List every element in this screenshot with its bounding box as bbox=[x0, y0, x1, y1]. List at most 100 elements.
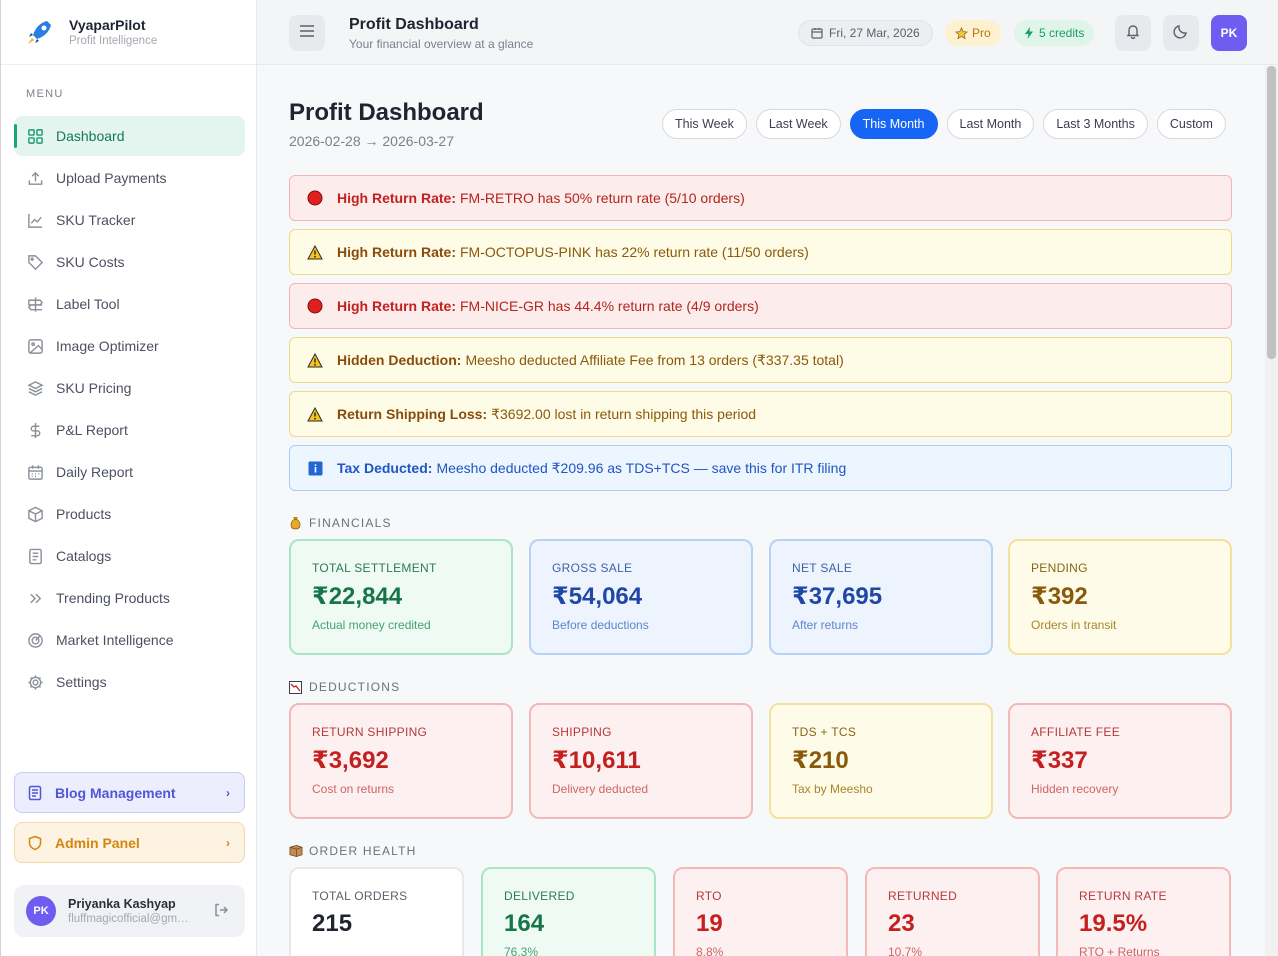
range-this-week-button[interactable]: This Week bbox=[662, 109, 747, 139]
card-value: ₹337 bbox=[1031, 747, 1088, 774]
sidebar-item-catalogs[interactable]: Catalogs bbox=[14, 536, 245, 576]
range-this-month-button[interactable]: This Month bbox=[849, 109, 938, 139]
order-health-section-label: ORDER HEALTH bbox=[289, 844, 417, 858]
plan-label: Pro bbox=[972, 26, 991, 40]
warning-icon bbox=[307, 352, 323, 368]
total-orders-card: TOTAL ORDERS 215 bbox=[289, 867, 464, 956]
card-value: ₹37,695 bbox=[792, 583, 883, 610]
document-icon bbox=[27, 785, 43, 801]
calendar-icon bbox=[811, 27, 823, 39]
current-date: Fri, 27 Mar, 2026 bbox=[829, 26, 920, 40]
brand[interactable]: VyaparPilot Profit Intelligence bbox=[1, 0, 256, 65]
sidebar-item-sku-tracker[interactable]: SKU Tracker bbox=[14, 200, 245, 240]
card-value: 164 bbox=[504, 910, 545, 937]
alert-text: FM-RETRO has 50% return rate (5/10 order… bbox=[460, 190, 745, 206]
range-last-3-months-button[interactable]: Last 3 Months bbox=[1043, 109, 1148, 139]
calendar-icon bbox=[26, 463, 44, 481]
blog-management-label: Blog Management bbox=[55, 784, 176, 801]
sidebar-item-sku-pricing[interactable]: SKU Pricing bbox=[14, 368, 245, 408]
range-last-week-button[interactable]: Last Week bbox=[755, 109, 841, 139]
admin-panel-label: Admin Panel bbox=[55, 834, 140, 851]
theme-toggle-button[interactable] bbox=[1163, 15, 1199, 51]
alert-high-return-rate: High Return Rate: FM-RETRO has 50% retur… bbox=[289, 175, 1232, 221]
sidebar-item-label-tool[interactable]: Label Tool bbox=[14, 284, 245, 324]
chevron-right-icon: › bbox=[226, 835, 230, 850]
section-title: ORDER HEALTH bbox=[309, 844, 417, 858]
app-tagline: Profit Intelligence bbox=[69, 35, 158, 47]
user-avatar-button[interactable]: PK bbox=[1211, 15, 1247, 51]
card-note: 10.7% bbox=[888, 945, 923, 956]
card-value: ₹22,844 bbox=[312, 583, 403, 610]
dollar-icon bbox=[26, 421, 44, 439]
range-last-month-button[interactable]: Last Month bbox=[946, 109, 1035, 139]
page-title: Profit Dashboard bbox=[289, 99, 484, 126]
card-value: ₹392 bbox=[1031, 583, 1088, 610]
alert-title: High Return Rate: bbox=[337, 244, 456, 260]
sidebar-item-daily-report[interactable]: Daily Report bbox=[14, 452, 245, 492]
card-label: TOTAL SETTLEMENT bbox=[312, 561, 437, 575]
menu-toggle-button[interactable] bbox=[289, 15, 325, 51]
credits-badge[interactable]: 5 credits bbox=[1014, 20, 1095, 46]
card-label: DELIVERED bbox=[504, 889, 575, 903]
chart-down-icon bbox=[289, 680, 303, 694]
card-note: 76.3% bbox=[504, 945, 539, 956]
red-circle-icon bbox=[307, 298, 323, 314]
alert-text: ₹3692.00 lost in return shipping this pe… bbox=[491, 405, 757, 422]
alert-text: FM-NICE-GR has 44.4% return rate (4/9 or… bbox=[460, 298, 759, 314]
sidebar-item-settings[interactable]: Settings bbox=[14, 662, 245, 702]
warning-icon bbox=[307, 406, 323, 422]
financials-section-label: FINANCIALS bbox=[289, 516, 392, 530]
card-value: 19.5% bbox=[1079, 910, 1148, 937]
sidebar-item-trending-products[interactable]: Trending Products bbox=[14, 578, 245, 618]
alert-text: FM-OCTOPUS-PINK has 22% return rate (11/… bbox=[460, 244, 809, 260]
document-icon bbox=[26, 547, 44, 565]
card-label: RETURN SHIPPING bbox=[312, 725, 428, 739]
image-icon bbox=[26, 337, 44, 355]
card-label: PENDING bbox=[1031, 561, 1088, 575]
range-custom-button[interactable]: Custom bbox=[1156, 109, 1226, 139]
date-chip: Fri, 27 Mar, 2026 bbox=[798, 20, 933, 46]
sidebar-item-image-optimizer[interactable]: Image Optimizer bbox=[14, 326, 245, 366]
sidebar-item-sku-costs[interactable]: SKU Costs bbox=[14, 242, 245, 282]
blog-management-button[interactable]: Blog Management › bbox=[14, 772, 245, 813]
sidebar-item-label: Trending Products bbox=[56, 590, 170, 606]
plan-badge[interactable]: Pro bbox=[945, 20, 1001, 46]
sidebar-item-products[interactable]: Products bbox=[14, 494, 245, 534]
pending-card: PENDING ₹392 Orders in transit bbox=[1008, 539, 1232, 655]
admin-panel-button[interactable]: Admin Panel › bbox=[14, 822, 245, 863]
alert-text: Meesho deducted Affiliate Fee from 13 or… bbox=[465, 351, 844, 368]
sidebar-item-label: Upload Payments bbox=[56, 170, 167, 186]
section-title: FINANCIALS bbox=[309, 516, 392, 530]
gear-icon bbox=[26, 673, 44, 691]
scrollbar-thumb[interactable] bbox=[1267, 66, 1276, 359]
section-title: DEDUCTIONS bbox=[309, 680, 401, 694]
app-name: VyaparPilot bbox=[69, 17, 146, 33]
logout-icon[interactable] bbox=[213, 902, 229, 923]
delivered-card: DELIVERED 164 76.3% bbox=[481, 867, 656, 956]
sidebar-item-label: Label Tool bbox=[56, 296, 120, 312]
card-note: RTO + Returns bbox=[1079, 945, 1160, 956]
sidebar-item-pl-report[interactable]: P&L Report bbox=[14, 410, 245, 450]
signpost-icon bbox=[26, 295, 44, 313]
card-label: AFFILIATE FEE bbox=[1031, 725, 1121, 739]
moon-icon bbox=[1173, 23, 1189, 44]
card-note: Cost on returns bbox=[312, 782, 395, 796]
sidebar-item-dashboard[interactable]: Dashboard bbox=[14, 116, 245, 156]
main-scrollbar[interactable] bbox=[1265, 66, 1278, 956]
alert-text: Meesho deducted ₹209.96 as TDS+TCS — sav… bbox=[436, 459, 847, 476]
menu-section-label: MENU bbox=[26, 88, 64, 100]
returned-card: RETURNED 23 10.7% bbox=[865, 867, 1040, 956]
upload-icon bbox=[26, 169, 44, 187]
date-range-text: 2026-02-28 → 2026-03-27 bbox=[289, 133, 455, 149]
top-bar-subtitle: Your financial overview at a glance bbox=[349, 37, 534, 51]
tds-tcs-card: TDS + TCS ₹210 Tax by Meesho bbox=[769, 703, 993, 819]
sidebar-item-label: Market Intelligence bbox=[56, 632, 174, 648]
user-card[interactable]: PK Priyanka Kashyap fluffmagicofficial@g… bbox=[14, 885, 245, 937]
sidebar-item-label: Dashboard bbox=[56, 128, 125, 144]
sidebar-item-upload-payments[interactable]: Upload Payments bbox=[14, 158, 245, 198]
card-label: RETURN RATE bbox=[1079, 889, 1167, 903]
notifications-button[interactable] bbox=[1115, 15, 1151, 51]
star-icon bbox=[955, 26, 968, 40]
box-icon bbox=[26, 505, 44, 523]
sidebar-item-market-intelligence[interactable]: Market Intelligence bbox=[14, 620, 245, 660]
